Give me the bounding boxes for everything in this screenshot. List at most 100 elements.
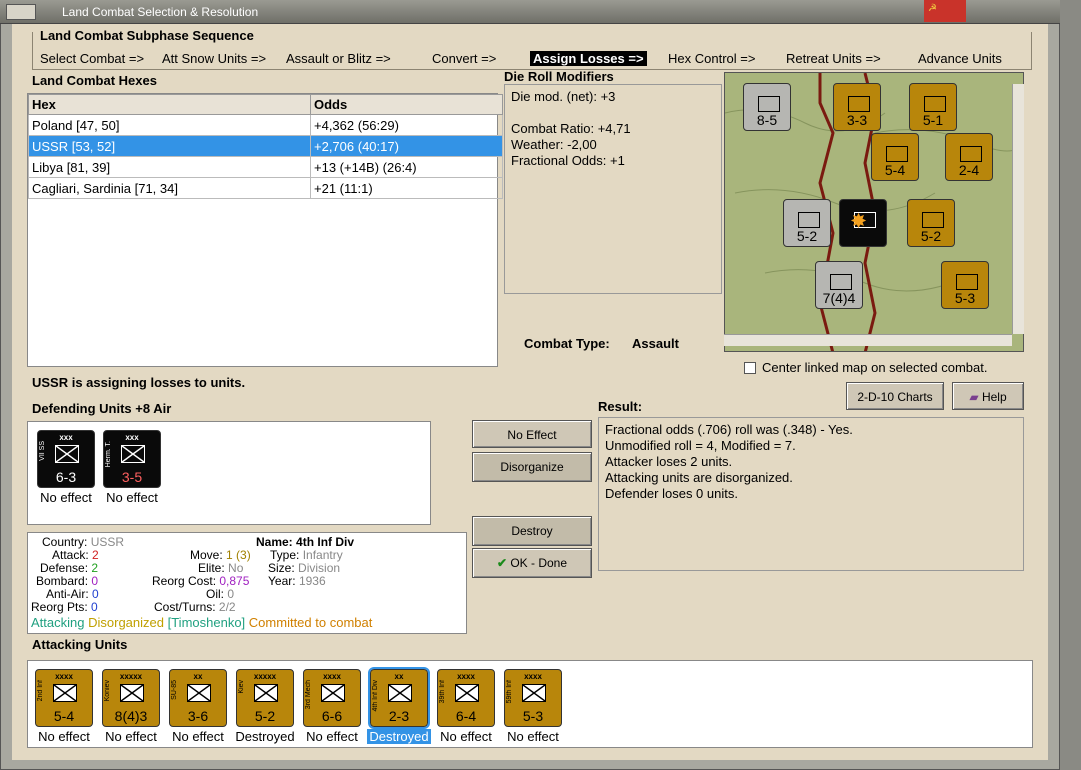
unit-counter[interactable]: xxx VII SS 6-3 (37, 430, 95, 488)
linked-map[interactable]: 8-5 3-3 5-1 5-4 2-4 5-2 5-2 7(4)4 5-3 ✸ (724, 72, 1024, 352)
unit-counter[interactable]: xx SU-85 3-6 (169, 669, 227, 727)
reorg-pts-label: Reorg Pts: (31, 600, 88, 614)
reorg-cost-label: Reorg Cost: (152, 574, 217, 588)
attacking-unit[interactable]: xxxx 3rd Mech 6-6 No effect (300, 669, 364, 744)
attacking-unit[interactable]: xx 4th Inf Div 2-3 Destroyed (367, 667, 431, 744)
subphase-item[interactable]: Hex Control => (668, 51, 755, 66)
odds-cell: +13 (+14B) (26:4) (310, 156, 503, 178)
combat-type-value: Assault (632, 336, 679, 351)
combat-type-label: Combat Type: (524, 336, 610, 351)
subphase-title: Land Combat Subphase Sequence (40, 28, 254, 43)
bombard-value: 0 (91, 574, 99, 588)
infantry-symbol (848, 96, 870, 112)
unit-strength: 5-3 (522, 708, 544, 724)
charts-button[interactable]: 2-D-10 Charts (846, 382, 944, 410)
unit-counter[interactable]: xxxx 3rd Mech 6-6 (303, 669, 361, 727)
move-label: Move: (190, 548, 223, 562)
subphase-item[interactable]: Advance Units (918, 51, 1002, 66)
hex-cell: Libya [81, 39] (28, 156, 311, 178)
unit-size: xxxx (524, 672, 542, 681)
map-vertical-scrollbar[interactable] (1012, 84, 1024, 334)
status-committed: Committed to combat (248, 615, 373, 630)
unit-designation: Kiev (238, 680, 245, 694)
unit-counter[interactable]: xxxxx Koniev 8(4)3 (102, 669, 160, 727)
unit-strength: 5-2 (254, 708, 276, 724)
defending-unit[interactable]: xxx VII SS 6-3 No effect (34, 430, 98, 505)
attacking-unit[interactable]: xxxx 59th Inf 5-3 No effect (501, 669, 565, 744)
subphase-item[interactable]: Retreat Units => (786, 51, 881, 66)
unit-counter[interactable]: xxxx 59th Inf 5-3 (504, 669, 562, 727)
subphase-item[interactable]: Att Snow Units => (162, 51, 266, 66)
map-counter[interactable]: 2-4 (945, 133, 993, 181)
subphase-item[interactable]: Assault or Blitz => (286, 51, 391, 66)
unit-counter[interactable]: xxxxx Kiev 5-2 (236, 669, 294, 727)
hex-row[interactable]: Poland [47, 50] +4,362 (56:29) (28, 114, 503, 136)
combat-marker-icon: ✸ (851, 211, 867, 231)
result-title: Result: (598, 399, 643, 414)
type-label: Type: (270, 548, 300, 562)
hammer-sickle-icon: ☭ (928, 3, 937, 14)
ok-done-button[interactable]: ✔ OK - Done (472, 548, 592, 578)
window-menu-icon[interactable] (6, 4, 36, 20)
hex-row[interactable]: USSR [53, 52] +2,706 (40:17) (28, 135, 503, 157)
infantry-symbol (388, 684, 412, 702)
attacking-unit[interactable]: xxxx 39th Inf 6-4 No effect (434, 669, 498, 744)
subphase-item[interactable]: Select Combat => (40, 51, 144, 66)
attacking-unit[interactable]: xxxxx Kiev 5-2 Destroyed (233, 669, 297, 744)
defending-unit[interactable]: xxx Herm. T. 3-5 No effect (100, 430, 164, 505)
map-counter[interactable]: 5-2 (783, 199, 831, 247)
subphase-item[interactable]: Convert => (432, 51, 496, 66)
map-counter[interactable]: 5-3 (941, 261, 989, 309)
unit-strength: 3-5 (121, 469, 143, 485)
hex-row[interactable]: Cagliari, Sardinia [71, 34] +21 (11:1) (28, 177, 503, 199)
unit-size: xx (193, 672, 203, 681)
infantry-symbol (522, 684, 546, 702)
modifier-line: Combat Ratio: +4,71 (511, 121, 631, 136)
unit-size: xxxx (323, 672, 341, 681)
hex-row[interactable]: Libya [81, 39] +13 (+14B) (26:4) (28, 156, 503, 178)
map-counter[interactable]: 8-5 (743, 83, 791, 131)
help-button[interactable]: ▰ Help (952, 382, 1024, 410)
column-hex[interactable]: Hex (28, 94, 311, 115)
destroy-button[interactable]: Destroy (472, 516, 592, 546)
unit-counter[interactable]: xxx Herm. T. 3-5 (103, 430, 161, 488)
infantry-symbol (830, 274, 852, 290)
defense-value: 2 (91, 561, 99, 575)
unit-designation: 2nd Inf (37, 680, 44, 702)
map-counter[interactable]: 7(4)4 (815, 261, 863, 309)
unit-size: xxxx (457, 672, 475, 681)
map-counter[interactable]: 3-3 (833, 83, 881, 131)
close-button[interactable]: ☭ (924, 0, 966, 22)
map-counter[interactable]: 5-2 (907, 199, 955, 247)
no-effect-button[interactable]: No Effect (472, 420, 592, 448)
map-counter[interactable]: 5-1 (909, 83, 957, 131)
attacking-unit[interactable]: xx SU-85 3-6 No effect (166, 669, 230, 744)
unit-designation: 59th Inf (506, 680, 513, 704)
map-counter[interactable]: 5-4 (871, 133, 919, 181)
reorg-cost-value: 0,875 (219, 574, 250, 588)
attacking-unit[interactable]: xxxx 2nd Inf 5-4 No effect (32, 669, 96, 744)
unit-counter[interactable]: xxxx 2nd Inf 5-4 (35, 669, 93, 727)
year-label: Year: (268, 574, 296, 588)
column-odds[interactable]: Odds (310, 94, 503, 115)
hex-cell: Cagliari, Sardinia [71, 34] (28, 177, 311, 199)
result-box: Fractional odds (.706) roll was (.348) -… (598, 417, 1024, 571)
unit-result-label: No effect (507, 729, 559, 744)
status-message: USSR is assigning losses to units. (32, 375, 246, 390)
oil-label: Oil: (206, 587, 224, 601)
attacking-units-box: xxxx 2nd Inf 5-4 No effect xxxxx Koniev 8(4)3 N… (27, 660, 1033, 748)
center-map-checkbox[interactable] (744, 362, 756, 374)
map-counter-value: 5-1 (922, 112, 944, 128)
attacking-unit[interactable]: xxxxx Koniev 8(4)3 No effect (99, 669, 163, 744)
unit-counter[interactable]: xx 4th Inf Div 2-3 (368, 667, 430, 729)
result-line: Unmodified roll = 4, Modified = 7. (605, 438, 796, 453)
unit-result-label: No effect (440, 729, 492, 744)
map-horizontal-scrollbar[interactable] (724, 334, 1012, 346)
subphase-item[interactable]: Assign Losses => (530, 51, 647, 66)
infantry-symbol (924, 96, 946, 112)
modifier-line: Fractional Odds: +1 (511, 153, 625, 168)
disorganize-button[interactable]: Disorganize (472, 452, 592, 482)
attack-value: 2 (92, 548, 99, 562)
unit-info-box: Country: USSR Attack: 2 Defense: 2 Bomba… (27, 532, 467, 634)
unit-counter[interactable]: xxxx 39th Inf 6-4 (437, 669, 495, 727)
